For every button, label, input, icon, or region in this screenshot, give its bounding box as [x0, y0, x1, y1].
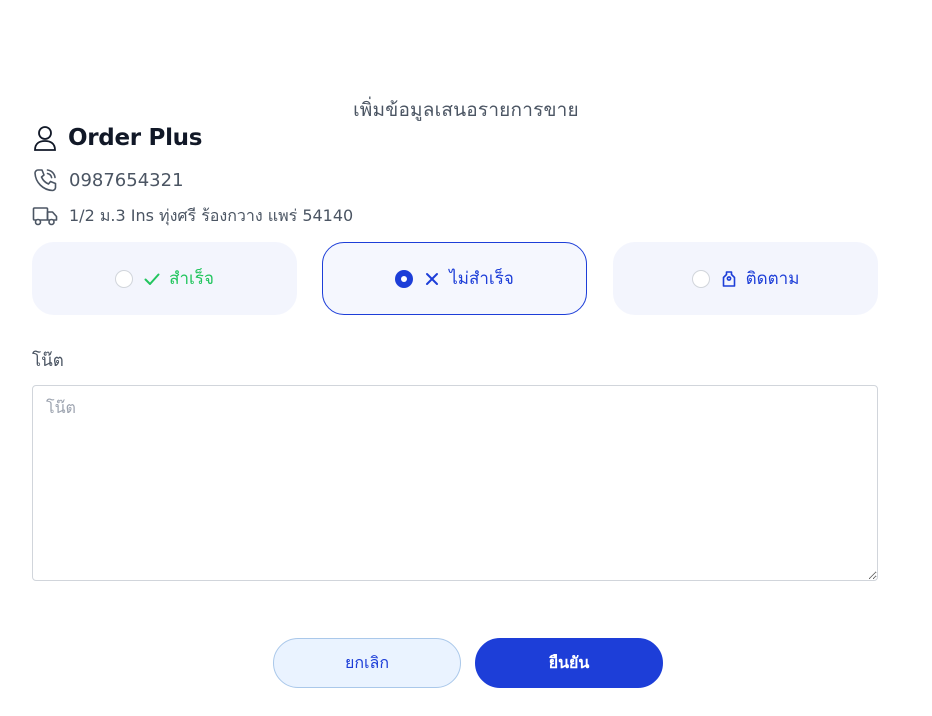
- check-icon: [144, 273, 160, 285]
- status-option-follow-up[interactable]: ติดตาม: [613, 242, 878, 315]
- customer-name: Order Plus: [68, 125, 203, 151]
- cancel-button[interactable]: ยกเลิก: [273, 638, 461, 688]
- customer-address: 1/2 ม.3 Ins ทุ่งศรี ร้องกวาง แพร่ 54140: [69, 205, 354, 225]
- phone-icon: [34, 169, 57, 192]
- tag-icon: [722, 270, 735, 287]
- truck-icon: [32, 207, 58, 226]
- radio-success[interactable]: [115, 269, 134, 288]
- radio-failed[interactable]: [395, 269, 414, 288]
- customer-name-row: Order Plus: [32, 122, 202, 154]
- note-textarea[interactable]: [32, 385, 878, 581]
- status-label-follow-up: ติดตาม: [745, 269, 800, 289]
- status-option-success[interactable]: สำเร็จ: [32, 242, 297, 315]
- radio-follow-up[interactable]: [691, 269, 710, 288]
- status-label-success: สำเร็จ: [169, 269, 214, 289]
- status-option-failed[interactable]: ไม่สำเร็จ: [322, 242, 587, 315]
- phone-row: 0987654321: [32, 166, 184, 194]
- confirm-button[interactable]: ยืนยัน: [475, 638, 663, 688]
- status-label-failed: ไม่สำเร็จ: [449, 269, 514, 289]
- user-icon: [34, 126, 56, 151]
- x-icon: [426, 272, 439, 285]
- note-label: โน๊ต: [32, 351, 64, 371]
- address-row: 1/2 ม.3 Ins ทุ่งศรี ร้องกวาง แพร่ 54140: [32, 203, 353, 229]
- customer-phone: 0987654321: [69, 169, 184, 191]
- dialog-title: เพิ่มข้อมูลเสนอรายการขาย: [353, 99, 579, 121]
